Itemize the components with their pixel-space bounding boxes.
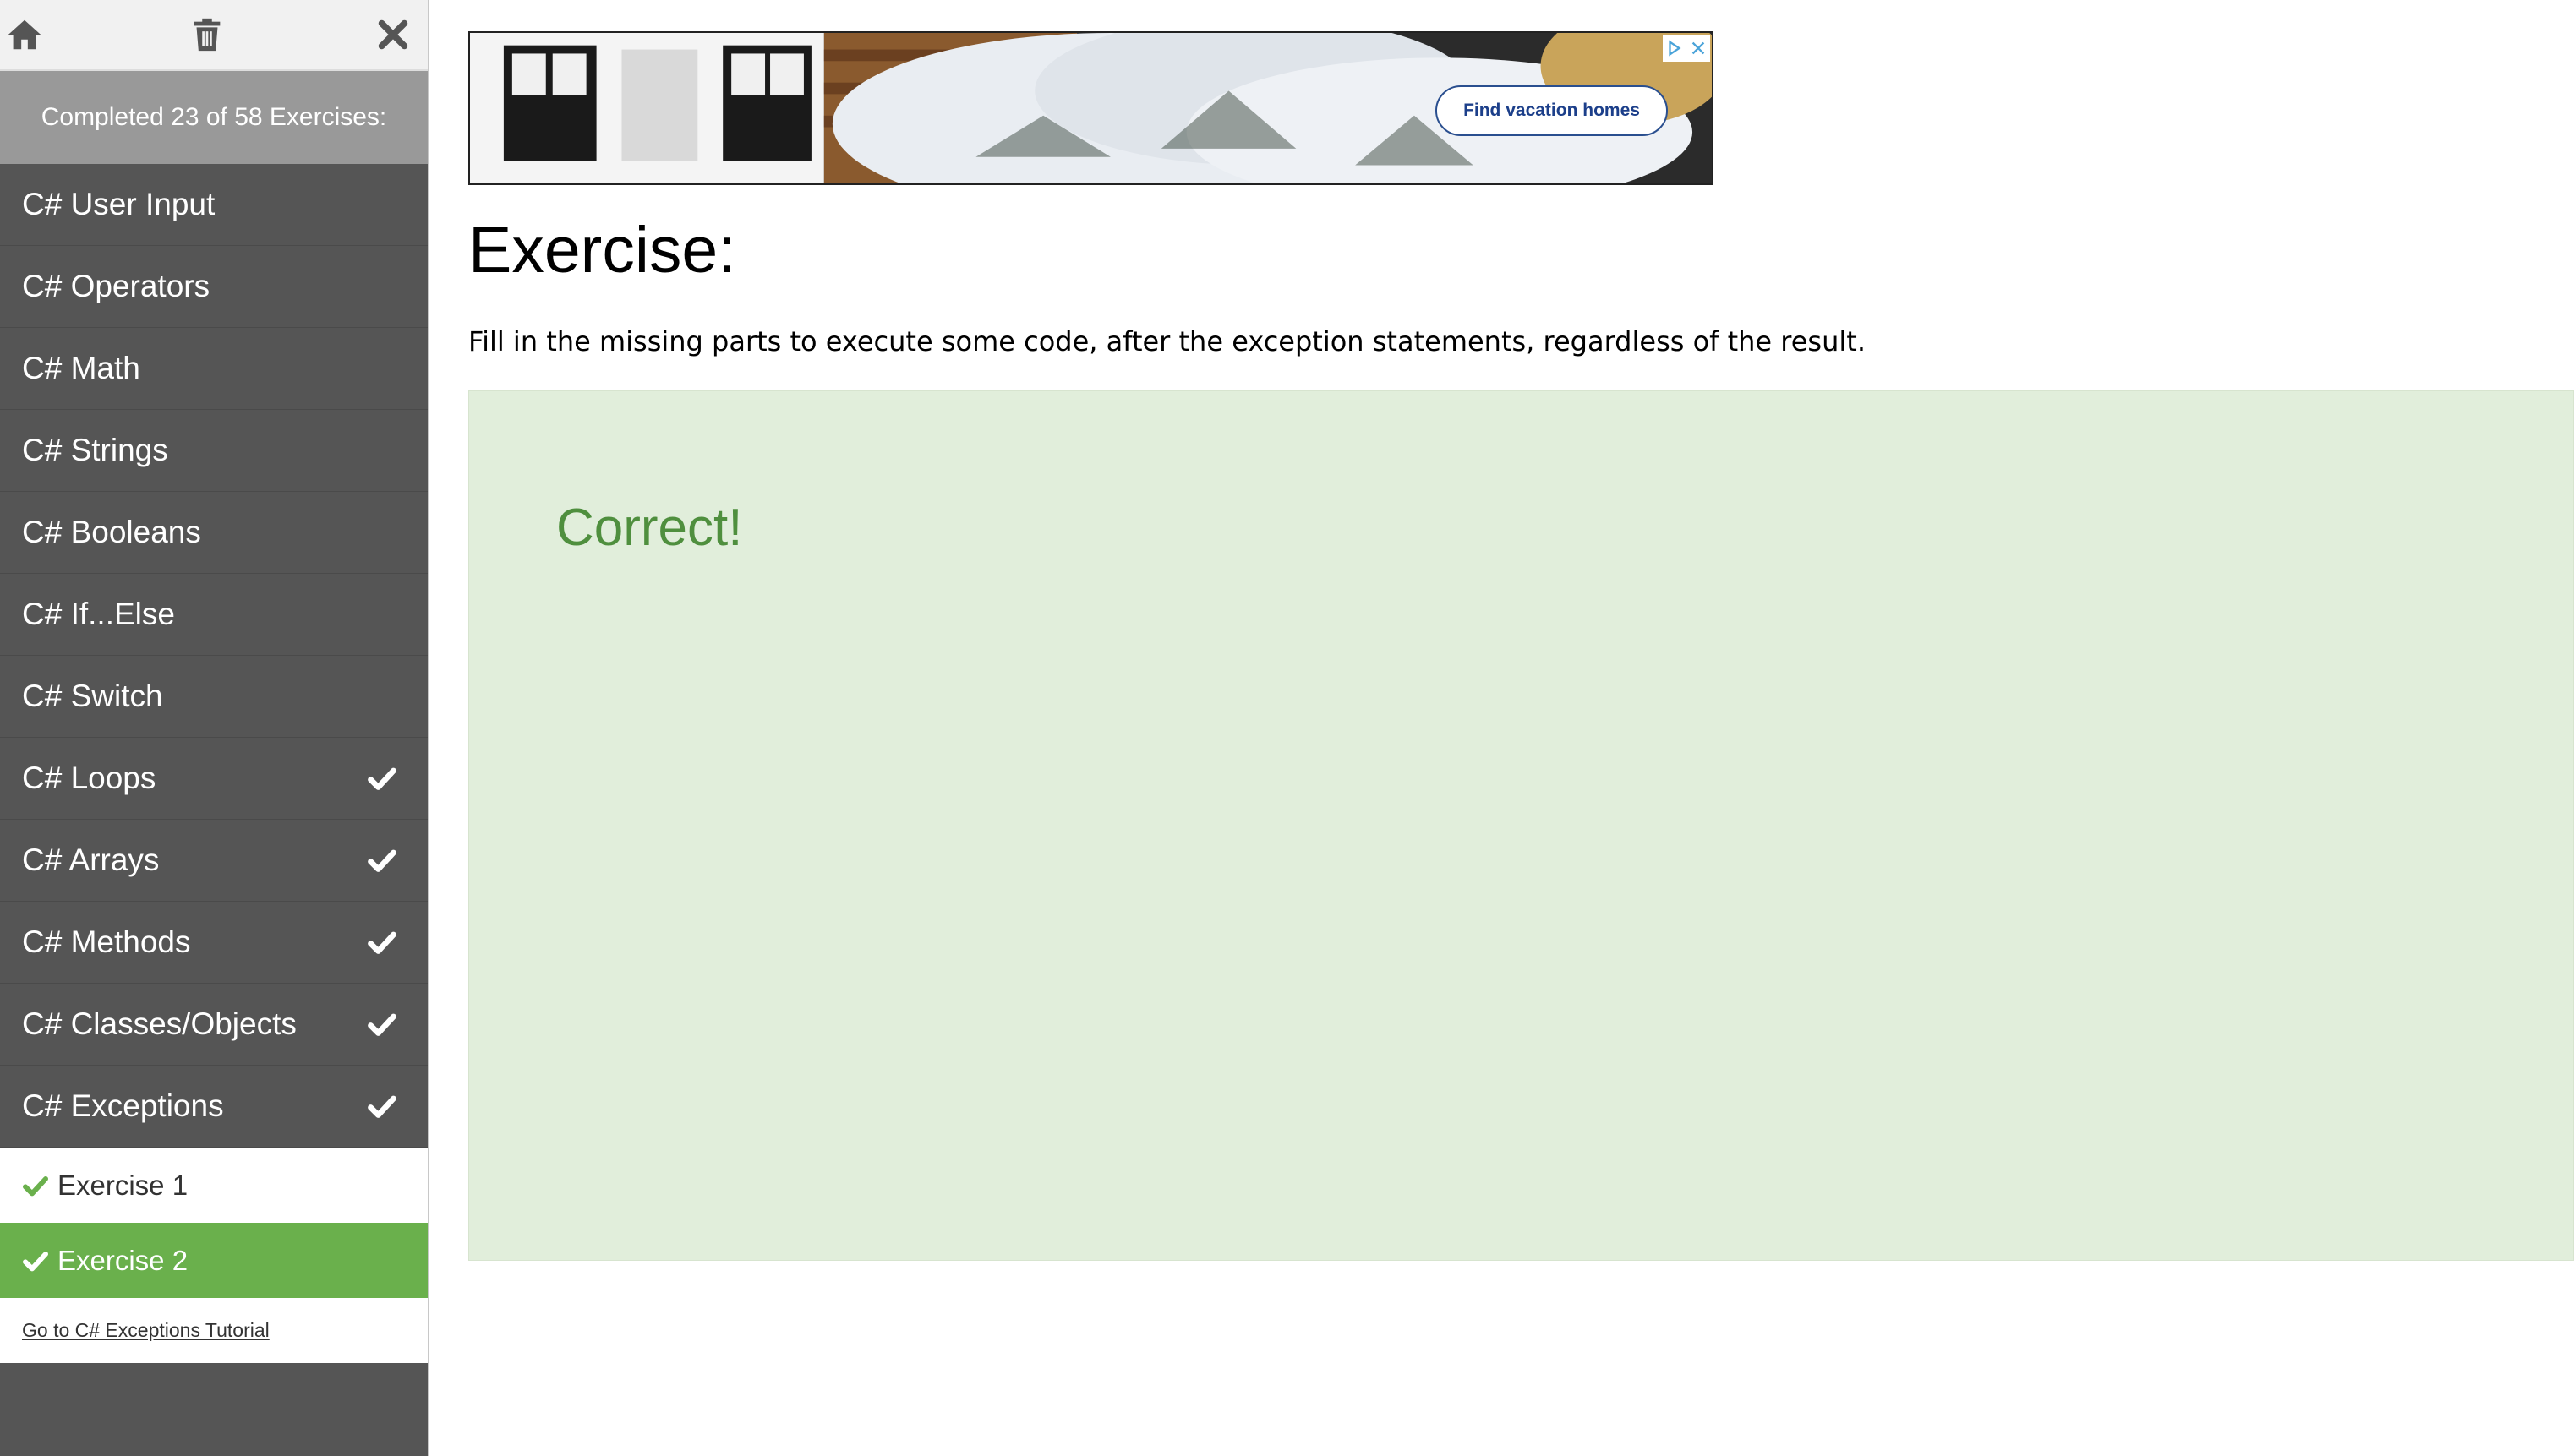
sidebar-item-label: C# Loops [22,761,156,795]
sidebar-item-label: C# Strings [22,433,168,467]
result-panel: Correct! [468,390,2574,1261]
sidebar-item-arrays[interactable]: C# Arrays [0,820,428,902]
ad-choices[interactable] [1663,35,1710,62]
sidebar-item-math[interactable]: C# Math [0,328,428,410]
tutorial-link[interactable]: Go to C# Exceptions Tutorial [22,1319,270,1342]
sidebar-item-label: C# Math [22,351,140,385]
exercise-2-label: Exercise 2 [57,1244,189,1276]
sidebar-item-label: C# If...Else [22,597,175,631]
check-icon [367,763,397,793]
sidebar-item-label: C# Booleans [22,515,201,549]
sidebar-item-label: C# Exceptions [22,1088,224,1123]
sidebar-item-strings[interactable]: C# Strings [0,410,428,492]
sidebar-item-label: C# Classes/Objects [22,1006,297,1041]
check-icon [22,1172,49,1199]
exercise-submenu: Exercise 1 Exercise 2 Go to C# Exception… [0,1148,428,1363]
tutorial-link-row: Go to C# Exceptions Tutorial [0,1298,428,1363]
check-icon [367,1009,397,1039]
exercise-2-item[interactable]: Exercise 2 [0,1223,428,1298]
trash-icon[interactable] [188,15,227,54]
sidebar-item-if-else[interactable]: C# If...Else [0,574,428,656]
check-icon [22,1247,49,1274]
exercise-1-item[interactable]: Exercise 1 [0,1148,428,1223]
exercise-menu: C# User Input C# Operators C# Math C# Strin… [0,164,428,1148]
exercise-description: Fill in the missing parts to execute som… [468,325,1866,357]
close-icon[interactable] [374,15,413,54]
sidebar-item-switch[interactable]: C# Switch [0,656,428,738]
sidebar-item-label: C# User Input [22,187,216,221]
sidebar-item-label: C# Methods [22,924,191,959]
check-icon [367,845,397,875]
sidebar-item-booleans[interactable]: C# Booleans [0,492,428,574]
sidebar-item-label: C# Arrays [22,843,160,877]
check-icon [367,927,397,957]
page-title: Exercise: [468,214,736,286]
ad-cta-button[interactable]: Find vacation homes [1435,85,1668,136]
home-icon[interactable] [5,15,44,54]
sidebar-item-methods[interactable]: C# Methods [0,902,428,984]
result-message: Correct! [556,499,743,557]
sidebar: Completed 23 of 58 Exercises: C# User In… [0,0,429,1456]
sidebar-item-label: C# Switch [22,679,163,713]
sidebar-item-operators[interactable]: C# Operators [0,246,428,328]
sidebar-item-loops[interactable]: C# Loops [0,738,428,820]
sidebar-item-classes-objects[interactable]: C# Classes/Objects [0,984,428,1066]
sidebar-toolbar [0,0,428,71]
progress-summary: Completed 23 of 58 Exercises: [0,71,428,164]
ad-info-icon[interactable] [1663,35,1686,62]
sidebar-item-exceptions[interactable]: C# Exceptions [0,1066,428,1148]
ad-close-icon[interactable] [1686,35,1710,62]
check-icon [367,1091,397,1121]
ad-banner[interactable]: Find vacation homes [468,31,1713,185]
sidebar-item-user-input[interactable]: C# User Input [0,164,428,246]
sidebar-item-label: C# Operators [22,269,210,303]
exercise-1-label: Exercise 1 [57,1169,189,1201]
